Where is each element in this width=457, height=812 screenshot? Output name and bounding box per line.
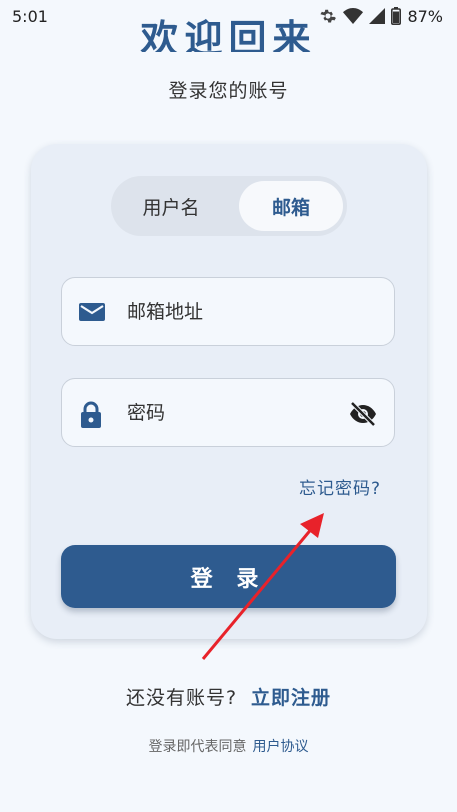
no-account-text: 还没有账号? [125, 687, 238, 709]
password-input[interactable] [127, 379, 334, 446]
login-card: 用户名 邮箱 忘记密码? 登 录 [31, 144, 427, 639]
email-input[interactable] [127, 278, 334, 345]
tab-username[interactable]: 用户名 [119, 181, 223, 231]
tab-email[interactable]: 邮箱 [239, 181, 343, 231]
eye-off-icon[interactable] [348, 401, 378, 431]
user-agreement-link[interactable]: 用户协议 [253, 739, 309, 755]
signup-row: 还没有账号? 立即注册 [0, 683, 457, 710]
password-field[interactable] [61, 378, 395, 447]
lock-icon [78, 401, 104, 433]
mail-icon [78, 300, 106, 328]
welcome-title: 欢迎回来 [140, 17, 317, 52]
agreement-row: 登录即代表同意 用户协议 [0, 736, 457, 756]
agree-text: 登录即代表同意 [148, 739, 247, 755]
register-link[interactable]: 立即注册 [251, 687, 331, 709]
email-field[interactable] [61, 277, 395, 346]
welcome-subtitle: 登录您的账号 [168, 80, 289, 102]
login-button[interactable]: 登 录 [61, 545, 396, 608]
forgot-password-link[interactable]: 忘记密码? [299, 474, 381, 499]
login-mode-toggle: 用户名 邮箱 [111, 176, 347, 236]
